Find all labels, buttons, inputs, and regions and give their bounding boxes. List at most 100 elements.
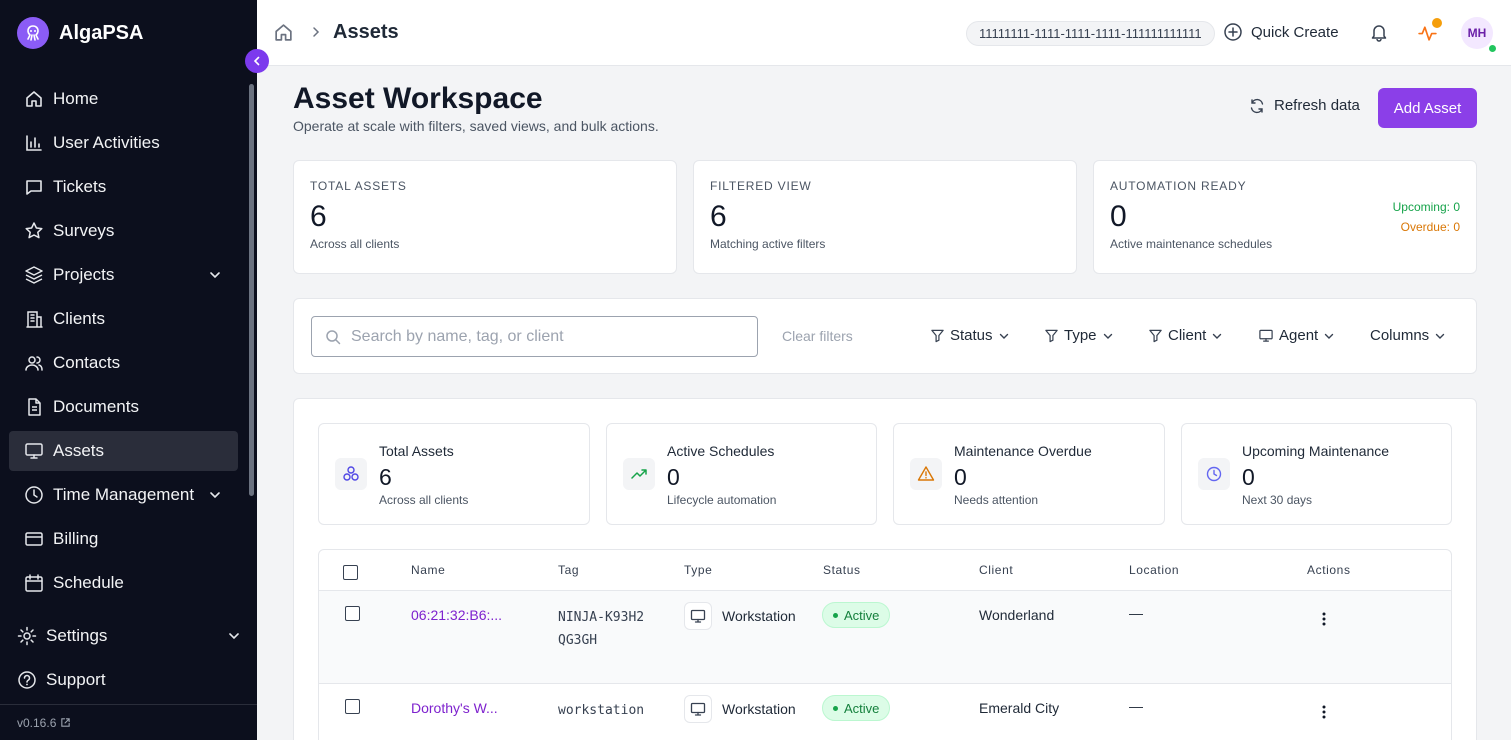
search-input[interactable] bbox=[351, 327, 731, 346]
stat-card-total-assets: TOTAL ASSETS 6 Across all clients bbox=[293, 160, 677, 274]
breadcrumb-current: Assets bbox=[333, 21, 399, 43]
asset-type-label: Workstation bbox=[722, 701, 796, 717]
stat-value: 6 bbox=[710, 200, 727, 233]
home-icon[interactable] bbox=[273, 22, 294, 43]
asset-type-label: Workstation bbox=[722, 608, 796, 624]
stat-label: AUTOMATION READY bbox=[1110, 179, 1247, 193]
chevron-down-icon bbox=[1103, 333, 1112, 339]
client-filter-button[interactable]: Client bbox=[1148, 327, 1223, 344]
building-icon bbox=[26, 311, 43, 328]
sidebar-item-contacts[interactable]: Contacts bbox=[9, 343, 238, 383]
sidebar-scrollbar[interactable] bbox=[249, 84, 254, 496]
brand-name: AlgaPSA bbox=[59, 21, 144, 44]
summary-sub: Lifecycle automation bbox=[667, 493, 777, 507]
status-dot bbox=[833, 612, 838, 618]
chevron-down-icon bbox=[210, 492, 220, 499]
summary-value: 0 bbox=[954, 464, 967, 490]
stat-sub: Across all clients bbox=[310, 237, 400, 251]
help-circle-icon bbox=[18, 671, 36, 689]
asset-location: — bbox=[1129, 605, 1143, 621]
column-header-tag[interactable]: Tag bbox=[558, 563, 579, 577]
summary-title: Total Assets bbox=[379, 443, 454, 459]
stat-card-automation-ready: AUTOMATION READY 0 Active maintenance sc… bbox=[1093, 160, 1477, 274]
asset-type: Workstation bbox=[684, 695, 796, 723]
sidebar-item-schedule[interactable]: Schedule bbox=[9, 563, 238, 603]
sidebar-nav: Home User Activities Tickets Surveys Pro… bbox=[9, 79, 238, 607]
refresh-data-label: Refresh data bbox=[1274, 97, 1360, 114]
chevron-left-icon bbox=[253, 56, 260, 66]
sidebar-item-support[interactable]: Support bbox=[0, 660, 257, 700]
chevron-down-icon bbox=[1213, 333, 1222, 339]
asset-name-link[interactable]: 06:21:32:B6:... bbox=[411, 607, 502, 623]
sidebar-item-label: Schedule bbox=[53, 573, 124, 592]
column-header-location[interactable]: Location bbox=[1129, 563, 1179, 577]
assets-table: Name Tag Type Status Client Location Act… bbox=[318, 549, 1452, 740]
agent-filter-button[interactable]: Agent bbox=[1258, 327, 1335, 344]
sidebar-item-projects[interactable]: Projects bbox=[9, 255, 238, 295]
upcoming-count: Upcoming: 0 bbox=[1392, 200, 1460, 214]
brand[interactable]: AlgaPSA bbox=[17, 17, 143, 49]
refresh-data-button[interactable]: Refresh data bbox=[1249, 97, 1360, 114]
column-header-client[interactable]: Client bbox=[979, 563, 1013, 577]
clear-filters-button[interactable]: Clear filters bbox=[782, 328, 853, 344]
top-bar: Assets 11111111-1111-1111-1111-111111111… bbox=[257, 0, 1511, 66]
row-checkbox[interactable] bbox=[345, 699, 360, 714]
asset-client: Emerald City bbox=[979, 700, 1060, 716]
add-asset-button[interactable]: Add Asset bbox=[1378, 88, 1477, 128]
columns-button[interactable]: Columns bbox=[1370, 327, 1446, 344]
sidebar-item-label: Billing bbox=[53, 529, 99, 548]
type-filter-button[interactable]: Type bbox=[1044, 327, 1114, 344]
sidebar-bottom-nav: Settings Support bbox=[0, 616, 257, 704]
quick-create-button[interactable]: Quick Create bbox=[1223, 22, 1339, 42]
sidebar-item-documents[interactable]: Documents bbox=[9, 387, 238, 427]
sidebar-item-home[interactable]: Home bbox=[9, 79, 238, 119]
summary-value: 0 bbox=[667, 464, 680, 490]
asset-type: Workstation bbox=[684, 602, 796, 630]
home-icon bbox=[26, 91, 42, 107]
sidebar-item-assets[interactable]: Assets bbox=[9, 431, 238, 471]
table-header: Name Tag Type Status Client Location Act… bbox=[319, 550, 1451, 591]
column-header-type[interactable]: Type bbox=[684, 563, 712, 577]
tenant-id-badge[interactable]: 11111111-1111-1111-1111-111111111111 bbox=[966, 21, 1215, 46]
summary-value: 6 bbox=[379, 464, 392, 490]
sidebar-item-clients[interactable]: Clients bbox=[9, 299, 238, 339]
status-filter-label: Status bbox=[950, 327, 993, 344]
more-actions-icon[interactable] bbox=[1317, 704, 1331, 720]
sidebar-item-time-management[interactable]: Time Management bbox=[9, 475, 238, 515]
clock-icon bbox=[1198, 458, 1230, 490]
filter-icon bbox=[1149, 329, 1162, 343]
sidebar-item-surveys[interactable]: Surveys bbox=[9, 211, 238, 251]
table-row[interactable]: Dorothy's W... workstation Workstation A… bbox=[319, 684, 1451, 740]
sidebar-item-user-activities[interactable]: User Activities bbox=[9, 123, 238, 163]
filter-bar: Clear filters Status Type Client Agent C… bbox=[293, 298, 1477, 374]
collapse-sidebar-button[interactable] bbox=[245, 49, 269, 73]
version-link[interactable]: v0.16.6 bbox=[0, 704, 257, 740]
column-header-status[interactable]: Status bbox=[823, 563, 861, 577]
status-filter-button[interactable]: Status bbox=[930, 327, 1010, 344]
row-checkbox[interactable] bbox=[345, 606, 360, 621]
sidebar-item-settings[interactable]: Settings bbox=[0, 616, 257, 656]
sidebar-item-label: Documents bbox=[53, 397, 139, 416]
sidebar-item-label: Time Management bbox=[53, 485, 195, 504]
sidebar-item-label: Contacts bbox=[53, 353, 121, 372]
stat-label: FILTERED VIEW bbox=[710, 179, 812, 193]
search-box bbox=[311, 316, 758, 357]
sidebar-item-tickets[interactable]: Tickets bbox=[9, 167, 238, 207]
bell-icon[interactable] bbox=[1369, 22, 1389, 42]
column-header-name[interactable]: Name bbox=[411, 563, 445, 577]
avatar[interactable]: MH bbox=[1461, 17, 1493, 49]
workstation-icon bbox=[684, 602, 712, 630]
sidebar-item-label: Home bbox=[53, 89, 99, 108]
sidebar-item-billing[interactable]: Billing bbox=[9, 519, 238, 559]
warning-icon bbox=[910, 458, 942, 490]
version-label: v0.16.6 bbox=[17, 715, 57, 730]
filter-icon bbox=[1045, 329, 1058, 343]
trend-up-icon bbox=[623, 458, 655, 490]
status-label: Active bbox=[844, 607, 880, 623]
chevron-down-icon bbox=[229, 633, 239, 640]
more-actions-icon[interactable] bbox=[1317, 611, 1331, 627]
table-row[interactable]: 06:21:32:B6:... NINJA-K93H2QG3GH Worksta… bbox=[319, 591, 1451, 684]
asset-name-link[interactable]: Dorothy's W... bbox=[411, 700, 498, 716]
select-all-checkbox[interactable] bbox=[343, 565, 358, 580]
sidebar-item-label: User Activities bbox=[53, 133, 160, 152]
